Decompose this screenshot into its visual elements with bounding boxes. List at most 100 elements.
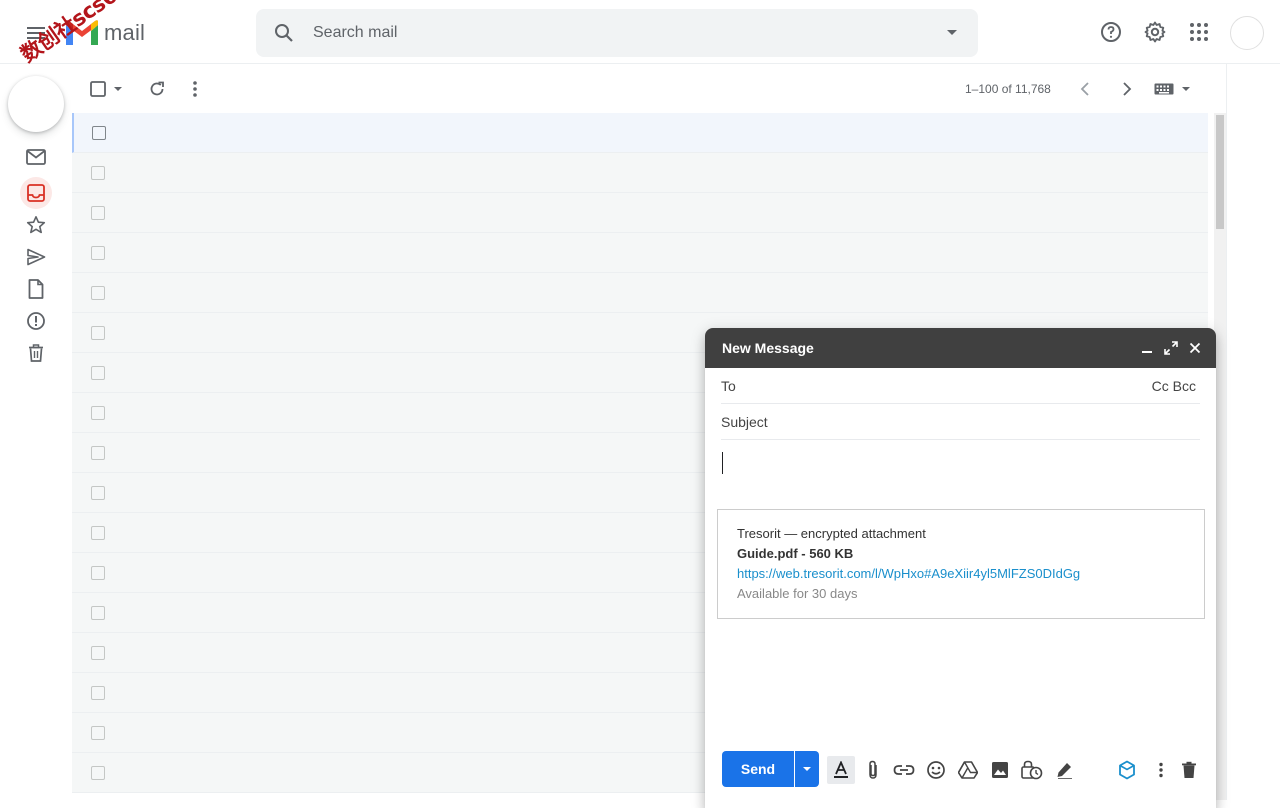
paperclip-icon bbox=[867, 760, 879, 780]
close-icon[interactable] bbox=[1187, 340, 1203, 356]
search-options-icon[interactable] bbox=[946, 27, 958, 39]
draft-file-icon bbox=[28, 279, 44, 299]
rail-spam[interactable] bbox=[24, 309, 48, 333]
attachment-link[interactable]: https://web.tresorit.com/l/WpHxo#A9eXiir… bbox=[737, 564, 1185, 584]
row-checkbox[interactable] bbox=[91, 686, 105, 700]
caret-down-icon bbox=[113, 84, 123, 94]
subject-placeholder: Subject bbox=[721, 413, 768, 430]
row-checkbox[interactable] bbox=[91, 286, 105, 300]
more-actions-button[interactable] bbox=[192, 77, 198, 101]
attachment-file: Guide.pdf - 560 KB bbox=[737, 546, 854, 561]
compose-button[interactable] bbox=[8, 76, 64, 132]
text-cursor bbox=[722, 452, 723, 474]
insert-link-button[interactable] bbox=[892, 758, 916, 782]
input-tools-button[interactable] bbox=[1154, 77, 1191, 101]
rail-all-mail[interactable] bbox=[24, 145, 48, 169]
insert-photo-button[interactable] bbox=[988, 758, 1012, 782]
rail-trash[interactable] bbox=[24, 341, 48, 365]
newer-page-button[interactable] bbox=[1079, 77, 1091, 101]
trash-icon bbox=[28, 344, 44, 362]
send-options-button[interactable] bbox=[795, 751, 819, 787]
send-button[interactable]: Send bbox=[722, 751, 794, 787]
subject-field[interactable]: Subject bbox=[721, 404, 1200, 440]
table-row[interactable] bbox=[72, 273, 1208, 313]
rail-inbox[interactable] bbox=[24, 181, 48, 205]
message-body-editor[interactable] bbox=[721, 442, 1200, 502]
search-input[interactable] bbox=[313, 24, 913, 42]
refresh-button[interactable] bbox=[148, 77, 166, 101]
search-icon[interactable] bbox=[272, 21, 296, 45]
table-row[interactable] bbox=[72, 233, 1208, 273]
expand-fullscreen-icon[interactable] bbox=[1163, 340, 1179, 356]
chevron-left-icon bbox=[1079, 81, 1091, 97]
rail-starred[interactable] bbox=[24, 213, 48, 237]
apps-grid-icon[interactable] bbox=[1187, 20, 1211, 44]
chevron-right-icon bbox=[1121, 81, 1133, 97]
select-options-dropdown[interactable] bbox=[113, 77, 123, 101]
row-checkbox[interactable] bbox=[91, 246, 105, 260]
tresorit-addon-button[interactable] bbox=[1115, 758, 1139, 782]
discard-draft-button[interactable] bbox=[1177, 758, 1201, 782]
mail-icon bbox=[26, 149, 46, 165]
row-checkbox[interactable] bbox=[91, 606, 105, 620]
emoji-icon bbox=[926, 760, 946, 780]
send-icon bbox=[26, 248, 46, 266]
row-checkbox[interactable] bbox=[91, 566, 105, 580]
settings-gear-icon[interactable] bbox=[1143, 20, 1167, 44]
minimize-icon[interactable] bbox=[1139, 340, 1155, 356]
row-checkbox[interactable] bbox=[91, 486, 105, 500]
row-checkbox[interactable] bbox=[91, 326, 105, 340]
formatting-options-button[interactable] bbox=[827, 756, 855, 784]
table-row[interactable] bbox=[72, 153, 1208, 193]
search-bar[interactable] bbox=[256, 9, 978, 57]
trash-icon bbox=[1181, 761, 1197, 779]
checkbox-icon bbox=[90, 81, 106, 97]
compose-window: New Message To Cc Bcc Subject Tresorit —… bbox=[705, 328, 1216, 808]
photo-icon bbox=[991, 761, 1009, 779]
table-row[interactable] bbox=[72, 113, 1208, 153]
side-panel-divider bbox=[1226, 64, 1227, 800]
star-icon bbox=[26, 215, 46, 235]
confidential-mode-button[interactable] bbox=[1020, 758, 1044, 782]
row-checkbox[interactable] bbox=[91, 406, 105, 420]
text-format-icon bbox=[832, 761, 850, 779]
link-icon bbox=[893, 764, 915, 776]
rail-drafts[interactable] bbox=[24, 277, 48, 301]
table-row[interactable] bbox=[72, 193, 1208, 233]
compose-header[interactable]: New Message bbox=[705, 328, 1216, 368]
cc-bcc-link[interactable]: Cc Bcc bbox=[1152, 378, 1196, 394]
compose-title: New Message bbox=[722, 340, 814, 356]
row-checkbox[interactable] bbox=[91, 526, 105, 540]
row-checkbox[interactable] bbox=[91, 446, 105, 460]
row-checkbox[interactable] bbox=[91, 166, 105, 180]
spam-alert-icon bbox=[26, 311, 46, 331]
row-checkbox[interactable] bbox=[91, 726, 105, 740]
to-field[interactable]: To Cc Bcc bbox=[721, 368, 1200, 404]
keyboard-icon bbox=[1154, 83, 1174, 95]
more-vert-icon bbox=[1158, 762, 1164, 778]
row-checkbox[interactable] bbox=[91, 366, 105, 380]
pen-icon bbox=[1055, 761, 1073, 779]
lock-clock-icon bbox=[1021, 760, 1043, 780]
attachment-provider: Tresorit — encrypted attachment bbox=[737, 526, 926, 541]
row-checkbox[interactable] bbox=[91, 206, 105, 220]
account-avatar[interactable] bbox=[1230, 16, 1264, 50]
scrollbar-thumb[interactable] bbox=[1216, 115, 1224, 229]
refresh-icon bbox=[148, 80, 166, 98]
more-options-button[interactable] bbox=[1149, 758, 1173, 782]
row-checkbox[interactable] bbox=[91, 766, 105, 780]
caret-down-icon bbox=[1181, 84, 1191, 94]
top-bar: mail bbox=[0, 0, 1280, 64]
attach-files-button[interactable] bbox=[861, 758, 885, 782]
help-icon[interactable] bbox=[1099, 20, 1123, 44]
more-vert-icon bbox=[192, 80, 198, 98]
insert-drive-file-button[interactable] bbox=[956, 758, 980, 782]
row-checkbox[interactable] bbox=[91, 646, 105, 660]
row-checkbox[interactable] bbox=[92, 126, 106, 140]
rail-sent[interactable] bbox=[24, 245, 48, 269]
to-label: To bbox=[721, 377, 736, 394]
select-all-checkbox[interactable] bbox=[90, 77, 106, 101]
insert-signature-button[interactable] bbox=[1052, 758, 1076, 782]
older-page-button[interactable] bbox=[1121, 77, 1133, 101]
insert-emoji-button[interactable] bbox=[924, 758, 948, 782]
